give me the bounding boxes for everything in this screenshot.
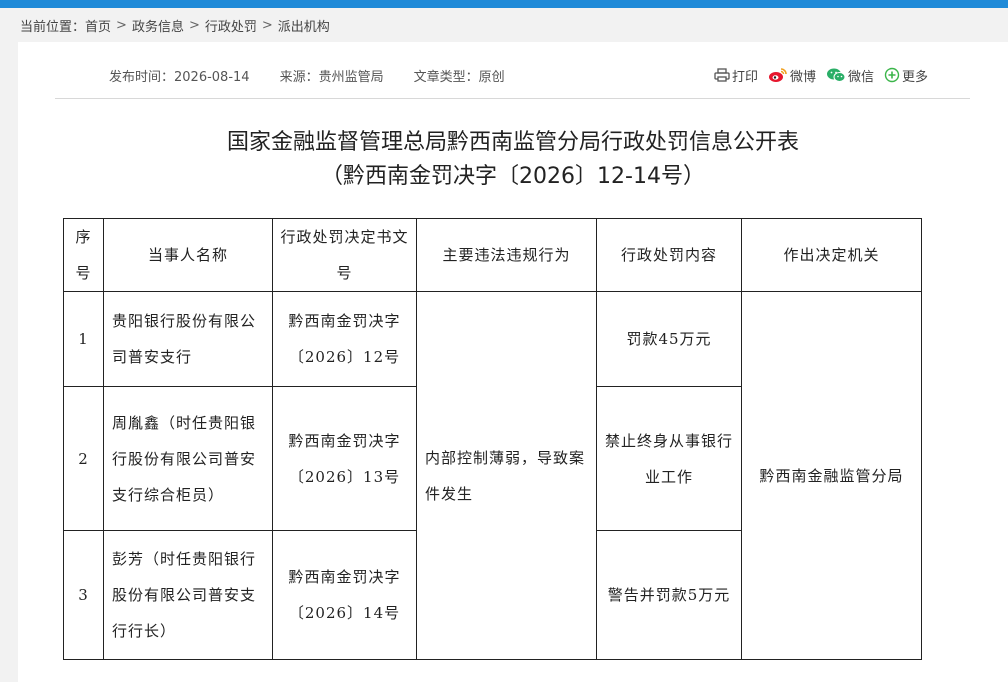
cell-doc-no: 黔西南金罚决字〔2026〕12号 xyxy=(272,291,417,387)
table-header-row: 序号 当事人名称 行政处罚决定书文号 主要违法违规行为 行政处罚内容 作出决定机… xyxy=(63,218,922,292)
penalty-table: 序号 当事人名称 行政处罚决定书文号 主要违法违规行为 行政处罚内容 作出决定机… xyxy=(63,218,922,660)
cell-penalty: 警告并罚款5万元 xyxy=(596,530,742,660)
breadcrumb-home[interactable]: 首页 xyxy=(85,16,111,35)
cell-penalty: 罚款45万元 xyxy=(596,291,742,387)
cell-doc-no: 黔西南金罚决字〔2026〕13号 xyxy=(272,386,417,531)
article-card: 发布时间：2026-08-14 来源：贵州监管局 文章类型：原创 打印 微博 微… xyxy=(18,42,1008,682)
header-authority: 作出决定机关 xyxy=(741,218,922,292)
wechat-label: 微信 xyxy=(848,69,875,85)
cell-no: 1 xyxy=(63,291,104,387)
breadcrumb-separator: > xyxy=(261,17,273,33)
more-label: 更多 xyxy=(902,69,929,85)
article-meta: 发布时间：2026-08-14 来源：贵州监管局 文章类型：原创 xyxy=(109,66,535,85)
share-toolbar: 打印 微博 微信 更多 xyxy=(714,66,938,85)
weibo-label: 微博 xyxy=(790,69,817,85)
cell-party: 周胤鑫（时任贵阳银行股份有限公司普安支行综合柜员） xyxy=(103,386,273,531)
cell-doc-no: 黔西南金罚决字〔2026〕14号 xyxy=(272,530,417,660)
cell-violation: 内部控制薄弱，导致案件发生 xyxy=(416,291,597,660)
header-party: 当事人名称 xyxy=(103,218,273,292)
breadcrumb-separator: > xyxy=(116,17,127,33)
printer-icon xyxy=(714,68,730,82)
meta-divider xyxy=(55,98,970,99)
cell-penalty: 禁止终身从事银行业工作 xyxy=(596,386,742,531)
page-title: 国家金融监督管理总局黔西南监管分局行政处罚信息公开表 xyxy=(226,130,799,155)
wechat-icon xyxy=(827,68,846,82)
cell-no: 3 xyxy=(63,530,104,660)
breadcrumb-dispatched-agency[interactable]: 派出机构 xyxy=(278,16,330,35)
weibo-icon xyxy=(769,68,787,82)
print-button[interactable]: 打印 xyxy=(714,66,758,85)
source: 来源：贵州监管局 xyxy=(279,69,384,85)
breadcrumb-administrative-penalty[interactable]: 行政处罚 xyxy=(205,16,257,35)
cell-party: 贵阳银行股份有限公司普安支行 xyxy=(103,291,273,387)
header-no: 序号 xyxy=(63,218,104,292)
page-subtitle: （黔西南金罚决字〔2026〕12-14号） xyxy=(321,164,705,189)
breadcrumb-separator: > xyxy=(188,17,200,33)
cell-party: 彭芳（时任贵阳银行股份有限公司普安支行行长） xyxy=(103,530,273,660)
wechat-share-button[interactable]: 微信 xyxy=(826,66,874,85)
more-share-button[interactable]: 更多 xyxy=(884,66,928,85)
plus-circle-icon xyxy=(884,67,900,83)
doc-type: 文章类型：原创 xyxy=(413,69,505,85)
table-row: 1 贵阳银行股份有限公司普安支行 黔西南金罚决字〔2026〕12号 内部控制薄弱… xyxy=(63,291,922,660)
weibo-share-button[interactable]: 微博 xyxy=(768,66,816,85)
publish-time: 发布时间：2026-08-14 xyxy=(109,69,250,85)
header-penalty: 行政处罚内容 xyxy=(596,218,742,292)
breadcrumb-government-info[interactable]: 政务信息 xyxy=(132,16,184,35)
header-violation: 主要违法违规行为 xyxy=(416,218,597,292)
breadcrumb: 当前位置： 首页 > 政务信息 > 行政处罚 > 派出机构 xyxy=(20,15,330,35)
top-accent-bar xyxy=(0,0,1008,8)
breadcrumb-prefix: 当前位置： xyxy=(20,19,86,35)
cell-no: 2 xyxy=(63,386,104,531)
header-doc-no: 行政处罚决定书文号 xyxy=(272,218,417,292)
print-label: 打印 xyxy=(732,69,759,85)
cell-authority: 黔西南金融监管分局 xyxy=(741,291,922,660)
